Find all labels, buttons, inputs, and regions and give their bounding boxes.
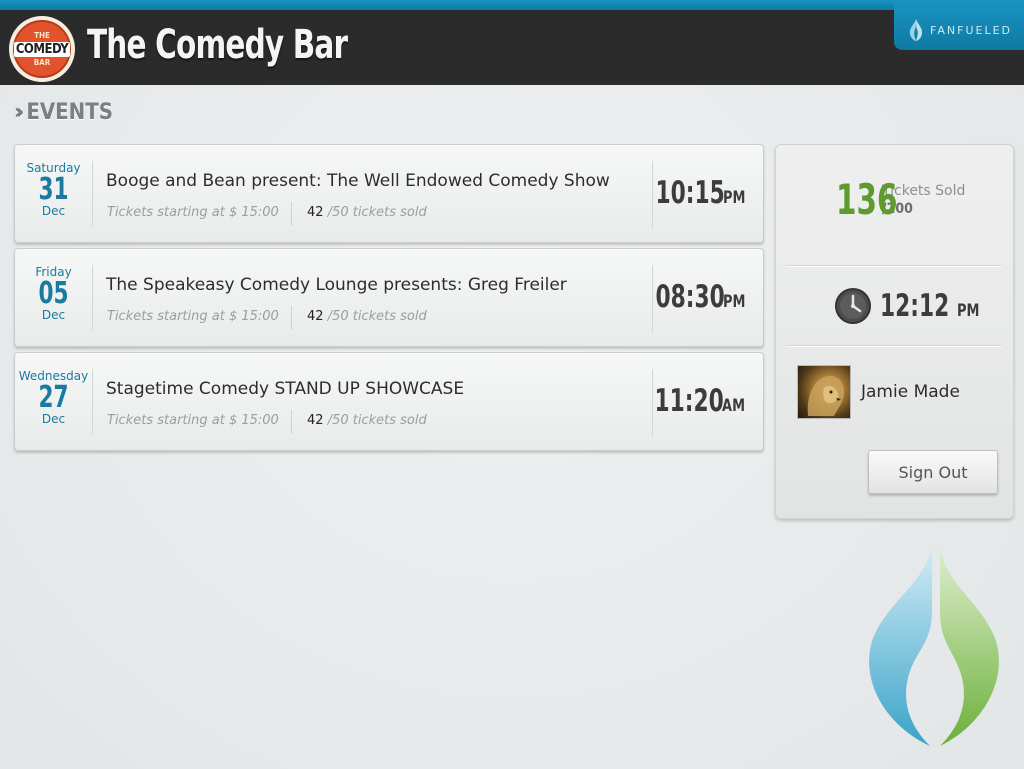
app-header: THE COMEDY BAR The Comedy Bar FANFUELED xyxy=(0,0,1024,85)
logo-text-top: THE xyxy=(34,30,50,40)
event-time-ampm: AM xyxy=(721,396,745,416)
lion-avatar-image xyxy=(807,375,844,416)
event-time-value: 08:30 xyxy=(655,279,725,315)
event-list: Saturday 31 Dec Booge and Bean present: … xyxy=(14,144,764,456)
divider xyxy=(291,306,292,330)
logo-text-middle: COMEDY xyxy=(13,41,71,57)
header-accent-strip xyxy=(0,0,1024,10)
event-price: Tickets starting at $ 15:00 xyxy=(107,205,279,220)
event-date: Friday 05 Dec xyxy=(15,265,93,331)
event-name: Stagetime Comedy STAND UP SHOWCASE xyxy=(106,379,465,399)
total-tickets-sold: 136 Tickets Sold /200 xyxy=(836,175,965,224)
event-time-value: 11:20 xyxy=(654,383,724,419)
event-day: 27 xyxy=(38,380,69,415)
tickets-sold-count: 136 xyxy=(836,175,898,224)
event-day: 05 xyxy=(38,276,69,311)
sign-out-button[interactable]: Sign Out xyxy=(868,450,998,494)
event-date: Wednesday 27 Dec xyxy=(15,369,93,435)
logo-text-bottom: BAR xyxy=(33,57,51,67)
clock-icon xyxy=(835,288,871,324)
current-time-text: 12:12 PM xyxy=(880,288,981,324)
event-card[interactable]: Friday 05 Dec The Speakeasy Comedy Loung… xyxy=(14,248,764,347)
event-date: Saturday 31 Dec xyxy=(15,161,93,227)
current-time-ampm: PM xyxy=(956,301,980,321)
events-heading-label: EVENTS xyxy=(26,100,114,125)
event-day: 31 xyxy=(38,172,69,207)
event-time: 10:15 PM xyxy=(636,175,747,211)
event-name: Booge and Bean present: The Well Endowed… xyxy=(106,171,610,191)
events-heading: ›› EVENTS xyxy=(14,100,113,125)
summary-panel: 136 Tickets Sold /200 12:12 PM Jamie Mad… xyxy=(775,144,1014,519)
event-time: 08:30 PM xyxy=(636,279,747,315)
avatar xyxy=(797,365,851,419)
venue-title: The Comedy Bar xyxy=(87,22,348,68)
fanfueled-brand-tab[interactable]: FANFUELED xyxy=(894,0,1024,50)
current-time: 12:12 PM xyxy=(834,287,981,325)
event-tickets-sold: 42 /50 tickets sold xyxy=(307,413,427,428)
event-tickets-sold: 42 /50 tickets sold xyxy=(307,205,427,220)
event-card[interactable]: Saturday 31 Dec Booge and Bean present: … xyxy=(14,144,764,243)
divider xyxy=(291,410,292,434)
comedy-bar-logo[interactable]: THE COMEDY BAR xyxy=(9,16,75,82)
event-time-ampm: PM xyxy=(722,292,746,312)
fanfueled-logo-icon xyxy=(869,541,999,746)
event-sold-count: 42 xyxy=(307,413,324,428)
event-time: 11:20 AM xyxy=(635,383,747,419)
event-time-value: 10:15 xyxy=(655,175,725,211)
event-sold-count: 42 xyxy=(307,205,324,220)
fanfueled-flame-icon xyxy=(909,19,923,41)
divider xyxy=(786,345,1002,346)
event-tickets-sold: 42 /50 tickets sold xyxy=(307,309,427,324)
event-card[interactable]: Wednesday 27 Dec Stagetime Comedy STAND … xyxy=(14,352,764,451)
user-profile: Jamie Made xyxy=(797,365,960,419)
event-time-ampm: PM xyxy=(722,188,746,208)
event-price: Tickets starting at $ 15:00 xyxy=(107,413,279,428)
event-price: Tickets starting at $ 15:00 xyxy=(107,309,279,324)
divider xyxy=(786,265,1002,266)
event-sold-count: 42 xyxy=(307,309,324,324)
divider xyxy=(291,202,292,226)
fanfueled-wordmark: FANFUELED xyxy=(930,23,1012,37)
logo-badge: THE COMEDY BAR xyxy=(13,20,71,78)
double-chevron-right-icon: ›› xyxy=(14,100,25,125)
event-capacity: /50 tickets sold xyxy=(327,309,427,324)
current-time-value: 12:12 xyxy=(880,288,950,324)
event-name: The Speakeasy Comedy Lounge presents: Gr… xyxy=(106,275,567,295)
event-capacity: /50 tickets sold xyxy=(327,413,427,428)
user-name: Jamie Made xyxy=(861,382,960,402)
event-capacity: /50 tickets sold xyxy=(327,205,427,220)
